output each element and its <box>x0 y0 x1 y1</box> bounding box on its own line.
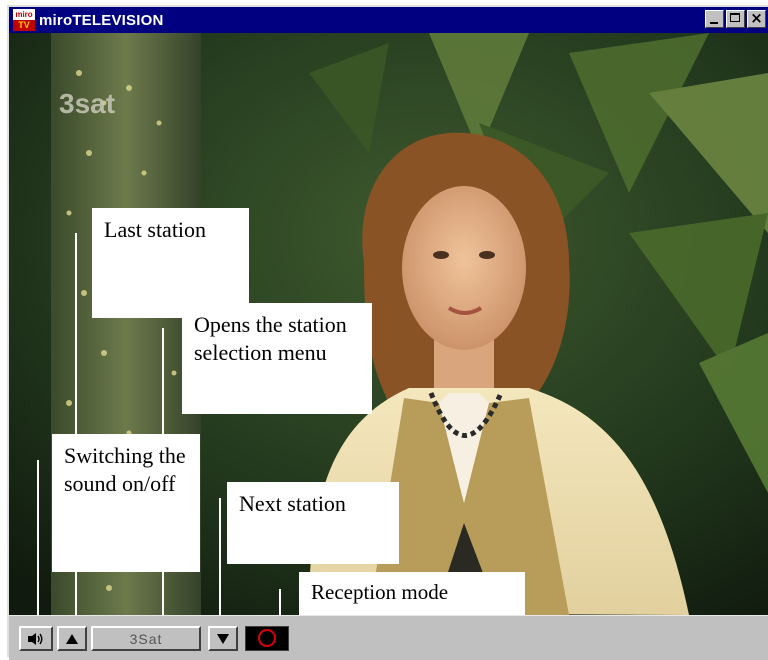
close-button[interactable]: × <box>747 9 766 28</box>
tv-control-bar: 3Sat <box>9 615 768 660</box>
sound-toggle-button[interactable] <box>19 626 53 651</box>
window-controls: × <box>705 9 766 28</box>
reception-mode-button[interactable] <box>245 626 289 651</box>
leader-sound <box>37 460 39 615</box>
title-bar[interactable]: miro TV miroTELEVISION × <box>9 7 768 33</box>
speaker-icon <box>28 632 43 645</box>
triangle-down-icon <box>217 633 229 644</box>
callout-sound: Switching the sound on/off <box>52 434 200 572</box>
callout-station-menu: Opens the station selection menu <box>182 303 372 414</box>
red-circle-icon <box>258 629 276 647</box>
channel-logo: 3sat <box>59 88 115 119</box>
triangle-up-icon <box>66 633 78 644</box>
minimize-button[interactable] <box>705 10 724 28</box>
callout-last-station: Last station <box>92 208 249 318</box>
leader-reception-mode <box>279 589 281 615</box>
station-select-button[interactable]: 3Sat <box>91 626 201 651</box>
next-station-button[interactable] <box>208 626 238 651</box>
tv-video-area: 3sat Last station Opens the station sele… <box>9 33 768 615</box>
minimize-icon <box>710 22 718 24</box>
maximize-icon <box>730 13 740 22</box>
last-station-button[interactable] <box>57 626 87 651</box>
leader-next-station <box>219 498 221 615</box>
mirotv-app-icon[interactable]: miro TV <box>13 9 35 31</box>
callout-reception-mode: Reception mode <box>299 572 525 615</box>
callout-next-station: Next station <box>227 482 399 564</box>
maximize-button[interactable] <box>726 10 745 28</box>
station-name-value: 3Sat <box>129 630 163 647</box>
window-title: miroTELEVISION <box>39 11 164 29</box>
tv-window: miro TV miroTELEVISION × 3sat Last stati… <box>7 5 768 660</box>
app-icon-bottom-text: TV <box>13 20 35 31</box>
close-icon: × <box>750 9 763 27</box>
app-icon-top-text: miro <box>13 9 35 20</box>
